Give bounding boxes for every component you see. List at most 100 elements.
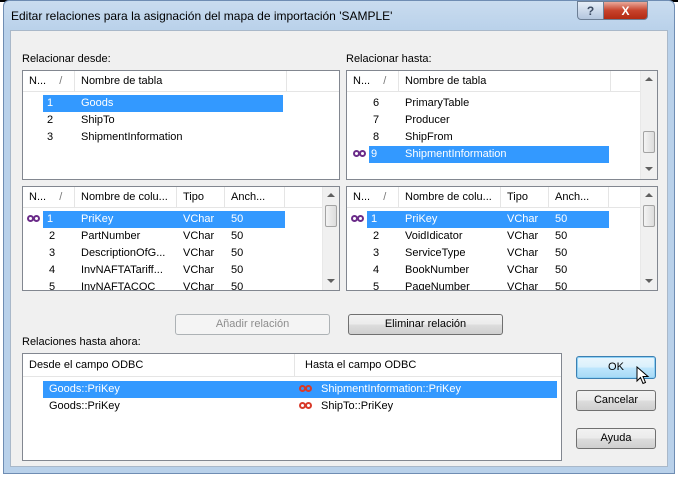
row-number: 7 — [373, 114, 380, 126]
column-width: 50 — [231, 230, 244, 242]
column-width: 50 — [231, 264, 244, 276]
scroll-up-icon[interactable] — [327, 193, 335, 197]
column-name: PageNumber — [405, 281, 470, 290]
row-number: 5 — [49, 281, 56, 290]
list-item[interactable]: 1 Goods — [23, 95, 339, 112]
scroll-thumb[interactable] — [325, 205, 337, 227]
relation-from: Goods::PriKey — [49, 381, 249, 398]
column-type: VChar — [507, 264, 539, 276]
to-columns-header: N... / Nombre de colu... Tipo Anch... — [347, 187, 641, 208]
to-table-list[interactable]: N... / Nombre de tabla 6 PrimaryTable 7 … — [346, 70, 658, 180]
column-type: VChar — [507, 247, 539, 259]
scroll-down-icon[interactable] — [645, 167, 653, 171]
row-number: 4 — [49, 264, 56, 276]
table-name: Goods — [75, 95, 283, 112]
add-relation-button[interactable]: Añadir relación — [175, 314, 330, 335]
column-name: VoidIdicator — [405, 230, 463, 242]
table-row[interactable]: 5 InvNAFTACOC VChar 50 — [23, 279, 323, 290]
column-type: VChar — [507, 230, 539, 242]
table-row[interactable]: Goods::PriKey ShipmentInformation::PriKe… — [23, 381, 561, 398]
row-number: 1 — [371, 211, 391, 228]
from-table-list[interactable]: N... / Nombre de tabla 1 Goods 2 ShipTo … — [22, 70, 340, 180]
relations-list[interactable]: Desde el campo ODBC Hasta el campo ODBC … — [22, 353, 562, 461]
list-item[interactable]: 9 ShipmentInformation — [347, 146, 641, 163]
column-type: VChar — [183, 211, 223, 228]
remove-relation-button[interactable]: Eliminar relación — [348, 314, 503, 335]
to-columns-list[interactable]: N... / Nombre de colu... Tipo Anch... 1 … — [346, 186, 658, 291]
from-columns-header: N... / Nombre de colu... Tipo Anch... — [23, 187, 323, 208]
column-width: 50 — [555, 264, 568, 276]
row-number: 3 — [49, 247, 56, 259]
help-title-button[interactable]: ? — [577, 1, 604, 20]
column-name: ServiceType — [405, 247, 466, 259]
table-row[interactable]: 2 VoidIdicator VChar 50 — [347, 228, 641, 245]
header-table-name[interactable]: Nombre de tabla — [399, 71, 611, 92]
header-width[interactable]: Anch... — [225, 187, 285, 208]
table-row[interactable]: 1 PriKey VChar 50 — [347, 211, 641, 228]
row-number: 6 — [373, 97, 380, 109]
column-name: DescriptionOfG... — [81, 247, 166, 259]
header-width[interactable]: Anch... — [549, 187, 609, 208]
row-number: 3 — [373, 247, 380, 259]
from-columns-list[interactable]: N... / Nombre de colu... Tipo Anch... 1 … — [22, 186, 340, 291]
scroll-up-icon[interactable] — [645, 77, 653, 81]
list-item[interactable]: 3 ShipmentInformation — [23, 129, 339, 146]
relation-to: ShipmentInformation::PriKey — [321, 381, 551, 398]
header-table-name[interactable]: Nombre de tabla — [75, 71, 287, 92]
vertical-scrollbar[interactable] — [322, 187, 339, 290]
vertical-scrollbar[interactable] — [640, 187, 657, 290]
header-column-name[interactable]: Nombre de colu... — [399, 187, 501, 208]
header-number[interactable]: N... / — [347, 71, 399, 92]
header-number[interactable]: N... / — [23, 187, 75, 208]
close-button[interactable]: X — [603, 1, 648, 20]
header-number[interactable]: N... / — [23, 71, 75, 92]
scroll-down-icon[interactable] — [327, 279, 335, 283]
scroll-thumb[interactable] — [643, 131, 655, 153]
link-icon — [353, 146, 369, 163]
relations-label: Relaciones hasta ahora: — [22, 336, 141, 348]
selection-fill — [59, 95, 75, 112]
table-row[interactable]: 2 PartNumber VChar 50 — [23, 228, 323, 245]
column-name: BookNumber — [405, 264, 470, 276]
header-type[interactable]: Tipo — [177, 187, 225, 208]
scroll-up-icon[interactable] — [645, 193, 653, 197]
row-number: 1 — [47, 211, 67, 228]
cancel-button[interactable]: Cancelar — [576, 390, 656, 411]
table-row[interactable]: 4 BookNumber VChar 50 — [347, 262, 641, 279]
table-row[interactable]: Goods::PriKey ShipTo::PriKey — [23, 398, 561, 415]
column-type: VChar — [183, 281, 215, 290]
table-name: ShipmentInformation — [399, 146, 609, 163]
to-label: Relacionar hasta: — [346, 53, 432, 65]
list-item[interactable]: 7 Producer — [347, 112, 641, 129]
from-table-header: N... / Nombre de tabla — [23, 71, 339, 92]
help-button[interactable]: Ayuda — [576, 428, 656, 449]
header-column-name[interactable]: Nombre de colu... — [75, 187, 177, 208]
table-row[interactable]: 3 DescriptionOfG... VChar 50 — [23, 245, 323, 262]
table-row[interactable]: 4 InvNAFTATariff... VChar 50 — [23, 262, 323, 279]
table-row[interactable]: 1 PriKey VChar 50 — [23, 211, 323, 228]
table-name: PrimaryTable — [405, 97, 470, 109]
header-to-field[interactable]: Hasta el campo ODBC — [295, 354, 561, 377]
column-width: 50 — [231, 211, 271, 228]
vertical-scrollbar[interactable] — [640, 71, 657, 179]
title-bar[interactable]: Editar relaciones para la asignación del… — [0, 0, 672, 30]
column-type: VChar — [183, 230, 215, 242]
row-number: 5 — [373, 281, 380, 290]
list-item[interactable]: 2 ShipTo — [23, 112, 339, 129]
column-type: VChar — [507, 281, 539, 290]
table-row[interactable]: 3 ServiceType VChar 50 — [347, 245, 641, 262]
column-width: 50 — [555, 211, 595, 228]
table-row[interactable]: 5 PageNumber VChar 50 — [347, 279, 641, 290]
list-item[interactable]: 6 PrimaryTable — [347, 95, 641, 112]
column-type: VChar — [183, 264, 215, 276]
from-label: Relacionar desde: — [22, 53, 111, 65]
header-from-field[interactable]: Desde el campo ODBC — [23, 354, 295, 377]
column-name: PriKey — [405, 211, 501, 228]
relation-from: Goods::PriKey — [49, 400, 120, 412]
column-width: 50 — [555, 247, 568, 259]
header-number[interactable]: N... / — [347, 187, 399, 208]
scroll-down-icon[interactable] — [645, 279, 653, 283]
header-type[interactable]: Tipo — [501, 187, 549, 208]
scroll-thumb[interactable] — [643, 205, 655, 227]
list-item[interactable]: 8 ShipFrom — [347, 129, 641, 146]
